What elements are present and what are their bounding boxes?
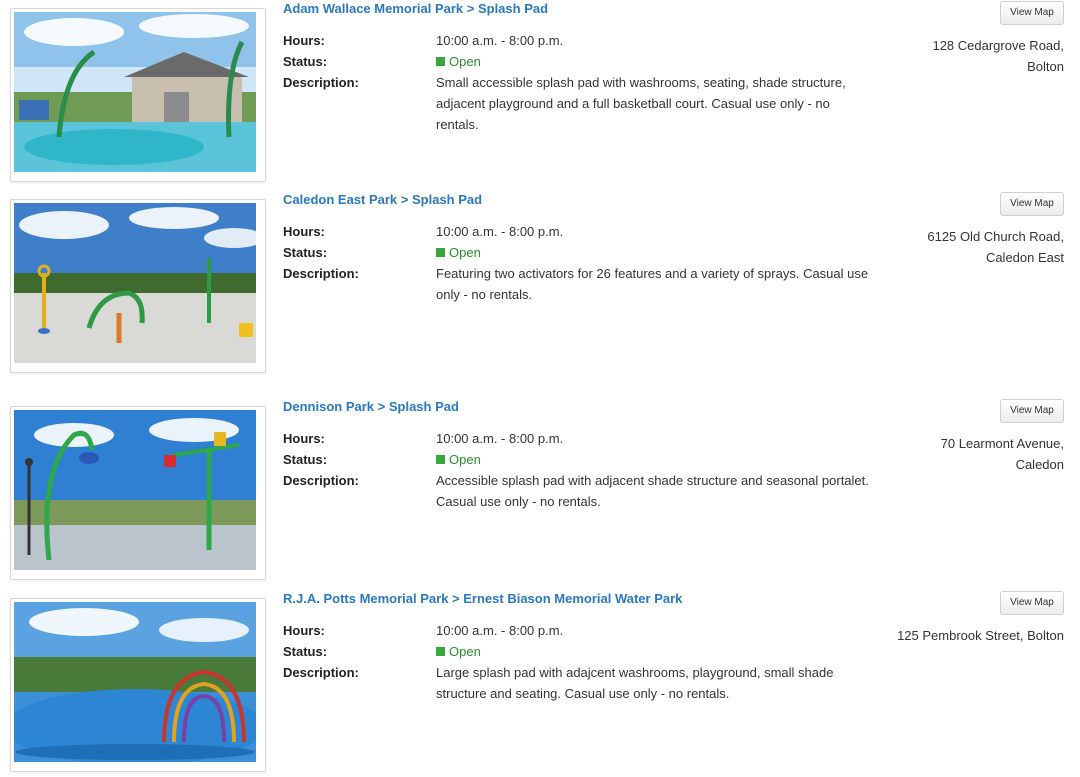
description-text: Small accessible splash pad with washroo… [436, 75, 846, 132]
description-text: Large splash pad with adajcent washrooms… [436, 665, 834, 701]
address-line-1: 128 Cedargrove Road, [932, 38, 1064, 53]
status-open-icon [436, 248, 445, 257]
park-photo[interactable] [10, 406, 266, 580]
hours-label: Hours: [283, 623, 325, 638]
hours-label: Hours: [283, 431, 325, 446]
park-photo[interactable] [10, 199, 266, 373]
description-text: Accessible splash pad with adjacent shad… [436, 473, 869, 509]
description-label: Description: [283, 266, 359, 281]
park-photo[interactable] [10, 8, 266, 182]
status-label: Status: [283, 452, 328, 467]
view-map-button[interactable]: View Map [1000, 399, 1064, 423]
description-text: Featuring two activators for 26 features… [436, 266, 869, 302]
status-text: Open [449, 54, 481, 69]
park-photo[interactable] [10, 598, 266, 772]
splash-pad-image [14, 602, 256, 762]
address-line-2: Caledon East [985, 250, 1064, 265]
park-title-link[interactable]: R.J.A. Potts Memorial Park > Ernest Bias… [283, 591, 682, 606]
hours-value: 10:00 a.m. - 8:00 p.m. [436, 33, 564, 48]
description-label: Description: [283, 473, 359, 488]
description-label: Description: [283, 75, 359, 90]
address-line-1: 70 Learmont Avenue, [940, 436, 1064, 451]
park-title-link[interactable]: Adam Wallace Memorial Park > Splash Pad [283, 1, 548, 16]
status-value: Open [436, 452, 481, 467]
status-text: Open [449, 452, 481, 467]
park-address: 125 Pembrook Street, Bolton [874, 625, 1064, 646]
park-address: 6125 Old Church Road, Caledon East [874, 226, 1064, 268]
hours-label: Hours: [283, 33, 325, 48]
view-map-button[interactable]: View Map [1000, 1, 1064, 25]
status-label: Status: [283, 54, 328, 69]
hours-value: 10:00 a.m. - 8:00 p.m. [436, 623, 564, 638]
park-address: 128 Cedargrove Road, Bolton [874, 35, 1064, 77]
address-line-2: Bolton [1027, 59, 1064, 74]
hours-value: 10:00 a.m. - 8:00 p.m. [436, 431, 564, 446]
status-value: Open [436, 54, 481, 69]
address-line-2: Caledon [1015, 457, 1064, 472]
address-line-1: 125 Pembrook Street, Bolton [897, 628, 1064, 643]
status-open-icon [436, 455, 445, 464]
view-map-button[interactable]: View Map [1000, 192, 1064, 216]
status-value: Open [436, 644, 481, 659]
splash-pad-image [14, 203, 256, 363]
status-value: Open [436, 245, 481, 260]
status-label: Status: [283, 245, 328, 260]
park-address: 70 Learmont Avenue, Caledon [874, 433, 1064, 475]
splash-pad-image [14, 12, 256, 172]
hours-value: 10:00 a.m. - 8:00 p.m. [436, 224, 564, 239]
status-label: Status: [283, 644, 328, 659]
view-map-button[interactable]: View Map [1000, 591, 1064, 615]
status-text: Open [449, 245, 481, 260]
status-text: Open [449, 644, 481, 659]
status-open-icon [436, 647, 445, 656]
park-title-link[interactable]: Caledon East Park > Splash Pad [283, 192, 482, 207]
address-line-1: 6125 Old Church Road, [927, 229, 1064, 244]
hours-label: Hours: [283, 224, 325, 239]
park-title-link[interactable]: Dennison Park > Splash Pad [283, 399, 459, 414]
description-label: Description: [283, 665, 359, 680]
status-open-icon [436, 57, 445, 66]
splash-pad-image [14, 410, 256, 570]
